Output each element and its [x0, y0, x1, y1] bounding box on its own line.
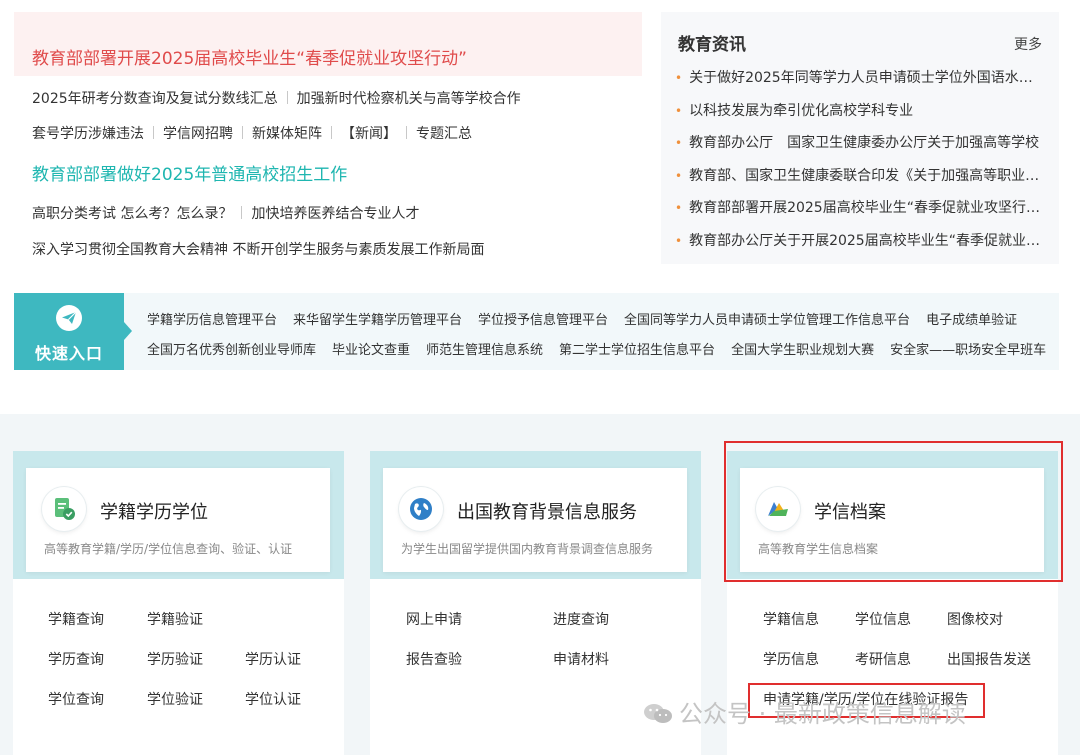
card-subtitle: 高等教育学籍/学历/学位信息查询、验证、认证 — [44, 542, 293, 556]
news-row: 高职分类考试 怎么考？怎么录？ 加快培养医养结合专业人才 — [32, 204, 419, 224]
link-report-check[interactable]: 报告查验 — [406, 649, 462, 669]
news-item-text: 关于做好2025年同等学力人员申请硕士学位外国语水平考试 — [689, 70, 1043, 86]
link-academic-degree-query[interactable]: 学位查询 — [48, 689, 104, 709]
link-postgrad-exam-info[interactable]: 考研信息 — [855, 649, 911, 669]
card-header[interactable]: 出国教育背景信息服务 为学生出国留学提供国内教育背景调查信息服务 — [383, 468, 687, 572]
news-panel: 教育部部署开展2025届高校毕业生“春季促就业攻坚行动” 2025年研考分数查询… — [14, 12, 642, 264]
quick-link[interactable]: 安全家——职场安全早班车 — [890, 343, 1046, 358]
document-check-icon — [42, 487, 86, 531]
divider — [153, 126, 154, 139]
link-degree-certify[interactable]: 学历认证 — [245, 649, 301, 669]
edu-news-panel: 教育资讯 更多 • 关于做好2025年同等学力人员申请硕士学位外国语水平考试 • 以… — [661, 12, 1059, 264]
news-link[interactable]: 加快培养医养结合专业人才 — [251, 206, 419, 222]
divider — [331, 126, 332, 139]
news-row: 深入学习贯彻全国教育大会精神 不断开创学生服务与素质发展工作新局面 — [32, 240, 484, 260]
bullet-icon: • — [675, 233, 683, 248]
link-application-materials[interactable]: 申请材料 — [553, 649, 609, 669]
link-degree-query[interactable]: 学历查询 — [48, 649, 104, 669]
edu-news-list: • 关于做好2025年同等学力人员申请硕士学位外国语水平考试 • 以科技发展为牵引优… — [675, 68, 1043, 264]
highlight-box-archive-card — [724, 441, 1063, 582]
link-image-proofing[interactable]: 图像校对 — [947, 609, 1003, 629]
wechat-icon — [643, 702, 673, 726]
list-item[interactable]: • 教育部办公厅关于开展2025届高校毕业生“春季促就业攻坚 — [675, 231, 1043, 264]
quick-link[interactable]: 电子成绩单验证 — [926, 313, 1017, 328]
news-item-text: 教育部、国家卫生健康委联合印发《关于加强高等职业教育 — [689, 167, 1043, 184]
link-academic-degree-verify[interactable]: 学位验证 — [147, 689, 203, 709]
bullet-icon: • — [675, 71, 683, 85]
link-abroad-report-send[interactable]: 出国报告发送 — [947, 649, 1031, 669]
quick-links-row: 学籍学历信息管理平台 来华留学生学籍学历管理平台 学位授予信息管理平台 全国同等学力人… — [147, 309, 1033, 328]
link-education-info[interactable]: 学历信息 — [763, 649, 819, 669]
list-item[interactable]: • 教育部办公厅 国家卫生健康委办公厅关于加强高等学校 — [675, 133, 1043, 166]
news-link[interactable]: 学信网招聘 — [163, 126, 233, 142]
watermark: 公众号 · 最新政策信息解读 — [643, 694, 966, 729]
quick-entry-label: 快速入口 — [34, 344, 103, 363]
quick-entry-badge: 快速入口 — [14, 293, 132, 370]
quick-link[interactable]: 毕业论文查重 — [332, 343, 410, 358]
link-student-status-query[interactable]: 学籍查询 — [48, 609, 104, 629]
news-link[interactable]: 加强新时代检察机关与高等学校合作 — [297, 91, 521, 107]
news-link[interactable]: 专题汇总 — [416, 126, 472, 142]
link-online-apply[interactable]: 网上申请 — [406, 609, 462, 629]
news-item-text: 教育部办公厅 国家卫生健康委办公厅关于加强高等学校 — [689, 135, 1040, 152]
link-student-status-info[interactable]: 学籍信息 — [763, 609, 819, 629]
news-link[interactable]: 【新闻】 — [341, 126, 397, 142]
quick-link[interactable]: 学籍学历信息管理平台 — [147, 313, 277, 328]
bullet-icon: • — [675, 168, 683, 183]
link-academic-degree-certify[interactable]: 学位认证 — [245, 689, 301, 709]
paper-plane-icon — [56, 305, 82, 331]
quick-link[interactable]: 师范生管理信息系统 — [426, 343, 543, 358]
card-header[interactable]: 学籍学历学位 高等教育学籍/学历/学位信息查询、验证、认证 — [26, 468, 330, 572]
bullet-icon: • — [675, 201, 683, 216]
quick-link[interactable]: 全国同等学力人员申请硕士学位管理工作信息平台 — [624, 313, 910, 328]
card-title: 学籍学历学位 — [100, 502, 208, 523]
list-item[interactable]: • 关于做好2025年同等学力人员申请硕士学位外国语水平考试 — [675, 68, 1043, 101]
news-link[interactable]: 深入学习贯彻全国教育大会精神 不断开创学生服务与素质发展工作新局面 — [32, 242, 484, 258]
list-item[interactable]: • 教育部部署开展2025届高校毕业生“春季促就业攻坚行动” — [675, 198, 1043, 231]
link-progress-query[interactable]: 进度查询 — [553, 609, 609, 629]
list-item[interactable]: • 教育部、国家卫生健康委联合印发《关于加强高等职业教育 — [675, 166, 1043, 199]
news-item-text: 教育部办公厅关于开展2025届高校毕业生“春季促就业攻坚 — [689, 232, 1043, 249]
card-title: 出国教育背景信息服务 — [457, 502, 637, 523]
bullet-icon: • — [675, 136, 683, 151]
divider — [286, 91, 288, 104]
quick-link[interactable]: 第二学士学位招生信息平台 — [559, 343, 715, 358]
quick-links-row: 全国万名优秀创新创业导师库 毕业论文查重 师范生管理信息系统 第二学士学位招生信息平台… — [147, 339, 1062, 358]
news-item-text: 教育部部署开展2025届高校毕业生“春季促就业攻坚行动” — [689, 200, 1043, 217]
bullet-icon: • — [675, 103, 683, 118]
news-row: 2025年研考分数查询及复试分数线汇总 加强新时代检察机关与高等学校合作 — [32, 89, 521, 109]
divider — [242, 126, 243, 139]
more-link[interactable]: 更多 — [1014, 34, 1042, 54]
card-student-status: 学籍学历学位 高等教育学籍/学历/学位信息查询、验证、认证 学籍查询 学籍验证 … — [13, 451, 344, 755]
card-subtitle: 为学生出国留学提供国内教育背景调查信息服务 — [401, 542, 654, 556]
divider — [406, 126, 407, 139]
edu-news-title: 教育资讯 — [678, 35, 746, 55]
quick-link[interactable]: 全国万名优秀创新创业导师库 — [147, 343, 316, 358]
link-degree-verify[interactable]: 学历验证 — [147, 649, 203, 669]
quick-link[interactable]: 全国大学生职业规划大赛 — [731, 343, 874, 358]
news-link[interactable]: 高职分类考试 怎么考？怎么录？ — [32, 206, 232, 222]
news-link[interactable]: 新媒体矩阵 — [252, 126, 322, 142]
quick-entry-bar: 快速入口 学籍学历信息管理平台 来华留学生学籍学历管理平台 学位授予信息管理平台 全国… — [14, 293, 1059, 370]
link-student-status-verify[interactable]: 学籍验证 — [147, 609, 203, 629]
quick-link[interactable]: 来华留学生学籍学历管理平台 — [293, 313, 462, 328]
quick-link[interactable]: 学位授予信息管理平台 — [478, 313, 608, 328]
headline-admissions[interactable]: 教育部部署做好2025年普通高校招生工作 — [32, 164, 347, 186]
list-item[interactable]: • 以科技发展为牵引优化高校学科专业 — [675, 101, 1043, 134]
globe-icon — [399, 487, 443, 531]
watermark-text: 公众号 · 最新政策信息解读 — [679, 700, 966, 728]
news-link[interactable]: 套号学历涉嫌违法 — [32, 126, 144, 142]
link-degree-info[interactable]: 学位信息 — [855, 609, 911, 629]
divider — [241, 206, 243, 219]
news-item-text: 以科技发展为牵引优化高校学科专业 — [689, 102, 914, 119]
news-row: 套号学历涉嫌违法 学信网招聘 新媒体矩阵 【新闻】 专题汇总 — [32, 124, 472, 144]
headline-employment[interactable]: 教育部部署开展2025届高校毕业生“春季促就业攻坚行动” — [32, 48, 467, 70]
news-link[interactable]: 2025年研考分数查询及复试分数线汇总 — [32, 91, 278, 107]
